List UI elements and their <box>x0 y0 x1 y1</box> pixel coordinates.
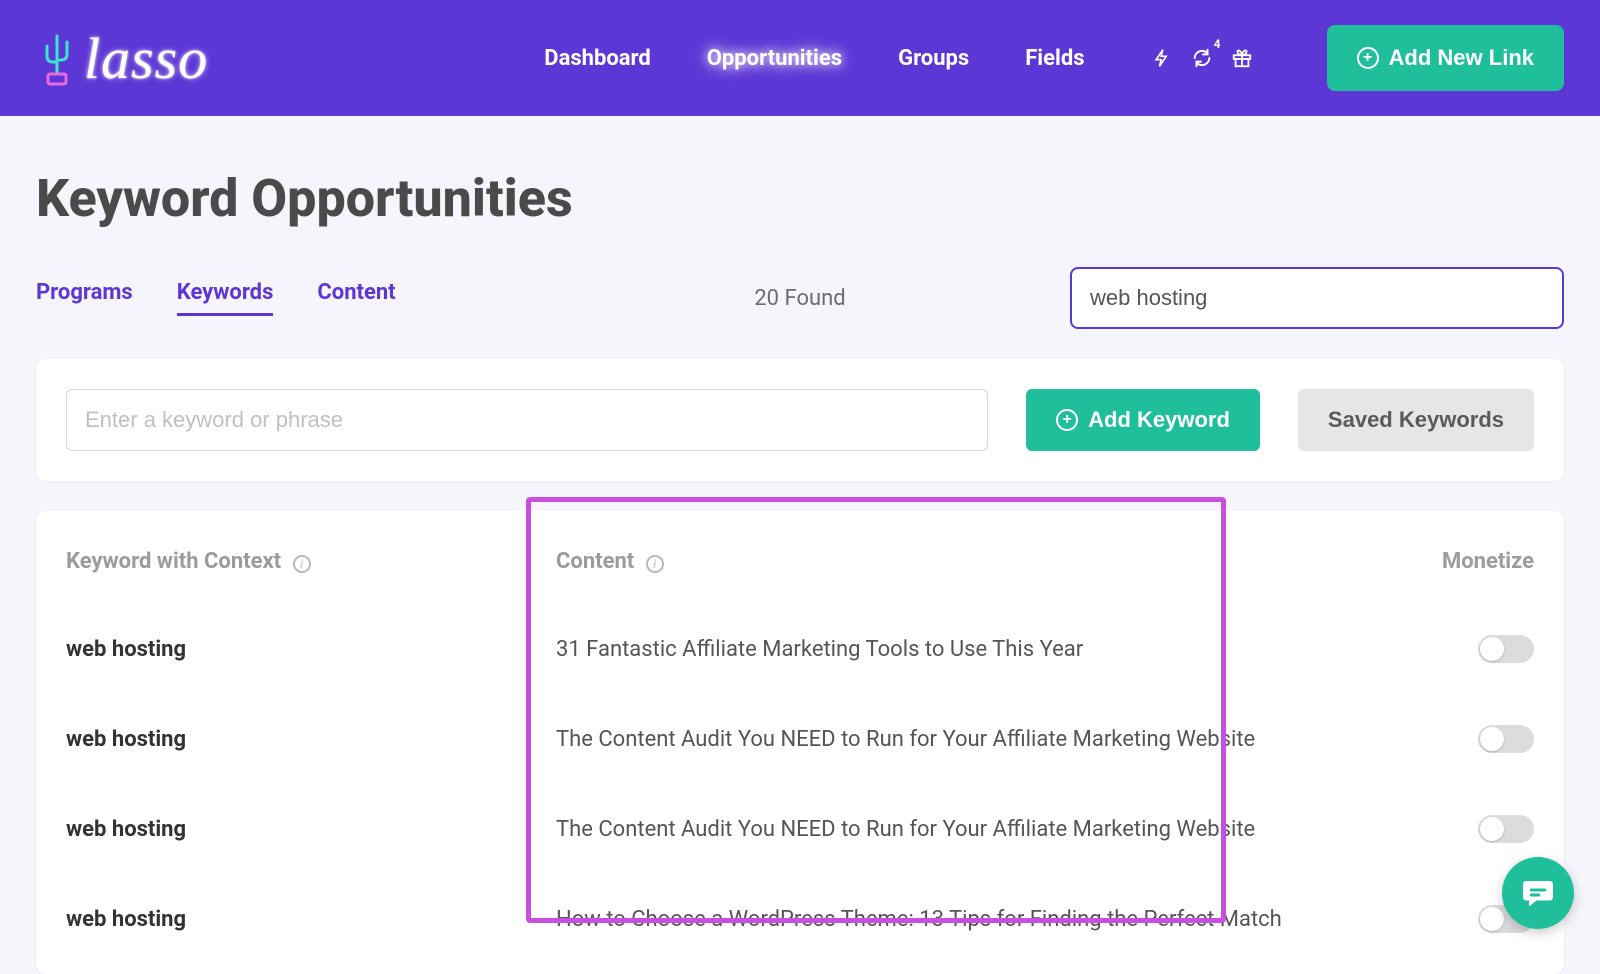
cactus-icon <box>36 28 78 88</box>
table-row: web hosting How to Choose a WordPress Th… <box>66 874 1534 964</box>
add-keyword-label: Add Keyword <box>1088 407 1230 433</box>
keyword-input[interactable] <box>66 389 988 451</box>
subnav: Programs Keywords Content <box>36 280 396 316</box>
brand-logo[interactable]: lasso <box>36 25 208 92</box>
saved-keywords-button[interactable]: Saved Keywords <box>1298 389 1534 451</box>
col-header-keyword: Keyword with Context i <box>66 549 556 574</box>
table-row: web hosting 31 Fantastic Affiliate Marke… <box>66 604 1534 694</box>
content-cell[interactable]: The Content Audit You NEED to Run for Yo… <box>556 727 1404 752</box>
nav-opportunities[interactable]: Opportunities <box>701 42 848 75</box>
search-input[interactable] <box>1070 267 1564 329</box>
plus-circle-icon: + <box>1056 409 1078 431</box>
app-header: lasso Dashboard Opportunities Groups Fie… <box>0 0 1600 116</box>
info-icon[interactable]: i <box>646 555 664 573</box>
chat-icon <box>1520 875 1556 911</box>
header-icon-group: 4 <box>1151 47 1253 69</box>
table-header-row: Keyword with Context i Content i Monetiz… <box>66 541 1534 604</box>
content-cell[interactable]: The Content Audit You NEED to Run for Yo… <box>556 817 1404 842</box>
nav-fields[interactable]: Fields <box>1019 42 1090 75</box>
subnav-programs[interactable]: Programs <box>36 280 133 316</box>
keyword-cell: web hosting <box>66 727 556 752</box>
page-title: Keyword Opportunities <box>0 116 1600 229</box>
col-header-content: Content i <box>556 549 1404 574</box>
sync-icon[interactable]: 4 <box>1191 47 1213 69</box>
info-icon[interactable]: i <box>293 555 311 573</box>
keyword-form-card: + Add Keyword Saved Keywords <box>36 359 1564 481</box>
add-keyword-button[interactable]: + Add Keyword <box>1026 389 1260 451</box>
sync-badge: 4 <box>1214 37 1221 51</box>
subnav-keywords[interactable]: Keywords <box>177 280 274 316</box>
keyword-cell: web hosting <box>66 817 556 842</box>
content-cell[interactable]: 31 Fantastic Affiliate Marketing Tools t… <box>556 637 1404 662</box>
monetize-toggle[interactable] <box>1478 635 1534 663</box>
brand-name: lasso <box>84 25 208 92</box>
results-table-card: Keyword with Context i Content i Monetiz… <box>36 511 1564 974</box>
main-nav: Dashboard Opportunities Groups Fields <box>538 42 1090 75</box>
keyword-cell: web hosting <box>66 637 556 662</box>
table-row: web hosting The Content Audit You NEED t… <box>66 694 1534 784</box>
subnav-bar: Programs Keywords Content 20 Found <box>0 229 1600 329</box>
col-header-content-label: Content <box>556 549 634 574</box>
bolt-icon[interactable] <box>1151 47 1173 69</box>
monetize-toggle[interactable] <box>1478 725 1534 753</box>
col-header-keyword-label: Keyword with Context <box>66 549 281 574</box>
col-header-monetize: Monetize <box>1404 549 1534 574</box>
add-new-link-button[interactable]: + Add New Link <box>1327 25 1564 91</box>
nav-dashboard[interactable]: Dashboard <box>538 42 657 75</box>
chat-launcher[interactable] <box>1502 857 1574 929</box>
gift-icon[interactable] <box>1231 47 1253 69</box>
plus-circle-icon: + <box>1357 47 1379 69</box>
keyword-cell: web hosting <box>66 907 556 932</box>
add-link-label: Add New Link <box>1389 45 1534 71</box>
subnav-content[interactable]: Content <box>317 280 395 316</box>
nav-groups[interactable]: Groups <box>892 42 975 75</box>
results-count: 20 Found <box>754 286 845 311</box>
table-row: web hosting The Content Audit You NEED t… <box>66 784 1534 874</box>
monetize-toggle[interactable] <box>1478 815 1534 843</box>
content-cell[interactable]: How to Choose a WordPress Theme: 13 Tips… <box>556 907 1404 932</box>
